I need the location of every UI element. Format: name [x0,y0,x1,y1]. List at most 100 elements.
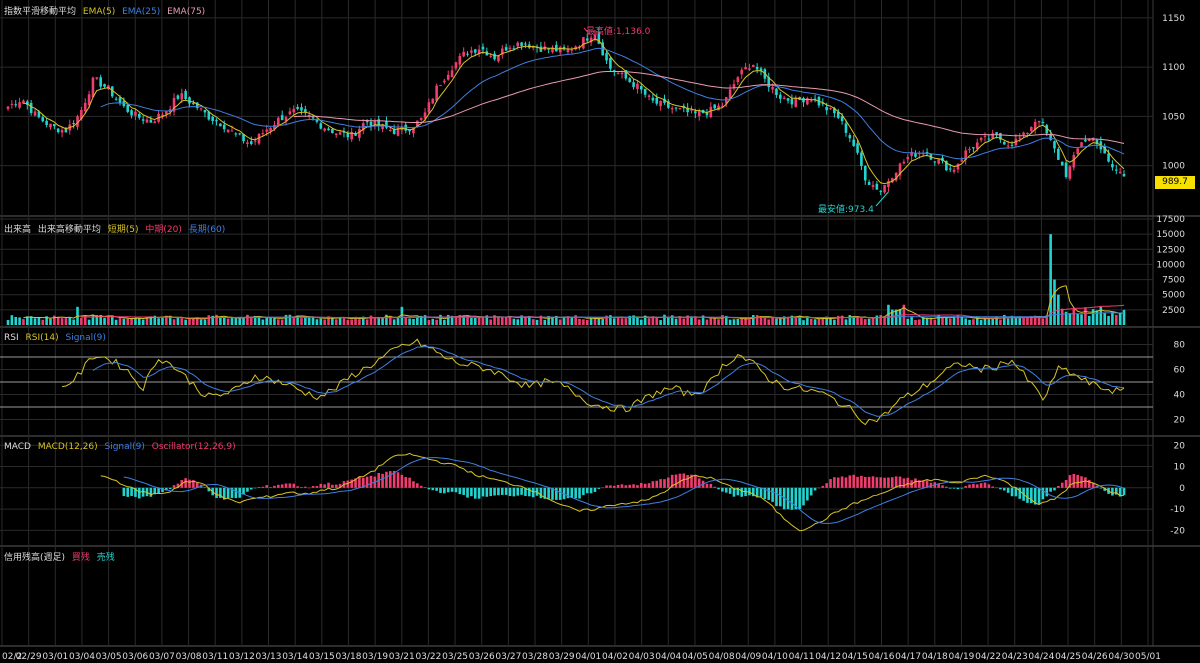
oscillator-bar [292,483,296,488]
candle-body [937,159,940,164]
legend-macd-signal: Signal(9) [104,442,145,452]
volume-bar [620,318,624,325]
volume-bar [192,318,195,325]
x-axis-tick-label: 04/17 [895,652,921,662]
oscillator-bar [863,476,867,488]
oscillator-bar [632,484,635,488]
oscillator-bar [331,484,334,488]
ema25-line [100,47,1125,160]
volume-bar [72,319,75,325]
rsi-panel-title: RSI [4,333,19,343]
volume-bar [597,318,601,325]
volume-bar [1053,279,1056,325]
candle-body [1022,132,1025,135]
volume-bar [999,319,1002,325]
volume-bar [906,318,910,325]
legend-mid: 中期(20) [145,225,182,235]
candle-body [1118,171,1122,173]
volume-bar [860,318,863,325]
volume-bar [1103,312,1106,325]
oscillator-bar [991,486,995,488]
oscillator-bar [728,487,732,494]
oscillator-bar [655,480,659,488]
oscillator-bar [226,487,230,499]
candle-body [45,120,48,125]
volume-bar [203,319,207,325]
oscillator-bar [813,487,817,491]
volume-bar [767,319,771,325]
oscillator-bar [265,485,269,488]
candle-body [1049,134,1052,140]
candle-body [6,106,10,110]
volume-bar [412,318,415,325]
volume-bar [377,317,381,325]
volume-tick-label: 10000 [1156,260,1185,270]
oscillator-bar [466,487,469,498]
oscillator-bar [705,483,709,488]
oscillator-bar [1111,487,1114,496]
candle-body [906,157,910,160]
candle-body [856,143,859,153]
candle-body [1060,161,1064,166]
volume-bar [736,318,740,325]
x-axis-tick-label: 04/10 [762,652,788,662]
oscillator-bar [288,483,292,488]
volume-bar [883,316,886,325]
candle-body [454,62,458,69]
candle-body [960,159,964,162]
oscillator-bar [493,487,496,496]
x-axis-tick-label: 03/29 [549,652,575,662]
volume-bar [674,318,678,325]
oscillator-bar [628,484,632,488]
oscillator-bar [1084,477,1087,488]
oscillator-bar [149,487,153,497]
candle-body [539,46,543,52]
oscillator-bar [979,483,983,488]
oscillator-bar [307,487,311,489]
volume-bar [705,319,709,325]
volume-bar [373,317,377,325]
price-tick-label: 1100 [1162,63,1185,73]
candle-body [867,181,871,185]
volume-bar [582,319,585,325]
candle-body [10,103,14,105]
volume-bar [636,316,639,325]
candle-body [775,88,778,95]
oscillator-bar [786,487,790,510]
oscillator-bar [273,485,276,488]
oscillator-bar [1026,487,1029,503]
candle-body [331,129,334,134]
candle-body [288,111,292,115]
volume-bar [246,314,249,325]
volume-bar [1087,315,1091,325]
oscillator-bar [369,475,373,488]
oscillator-bar [968,484,971,488]
candle-body [222,124,226,130]
oscillator-bar [817,487,821,489]
candle-body [987,138,991,140]
oscillator-bar [388,471,392,488]
volume-bar [249,317,253,325]
oscillator-bar [578,487,581,499]
oscillator-bar [844,477,848,488]
oscillator-bar [504,487,508,495]
candle-body [740,69,744,75]
candle-body [462,51,465,57]
candle-body [292,108,296,113]
candle-body [844,123,848,133]
candle-body [249,141,253,144]
oscillator-bar [412,481,415,488]
x-axis-tick-label: 04/18 [922,652,948,662]
volume-bar [126,318,130,325]
volume-bar [779,318,782,325]
volume-bar [879,314,883,325]
oscillator-bar [277,484,280,488]
oscillator-bar [300,487,303,488]
volume-bar [369,315,373,325]
volume-bar [33,318,37,325]
x-axis-tick-label: 04/16 [869,652,895,662]
volume-bar [80,317,83,325]
candle-body [983,136,987,138]
volume-bar [134,317,137,325]
ema75-line [293,71,1125,144]
